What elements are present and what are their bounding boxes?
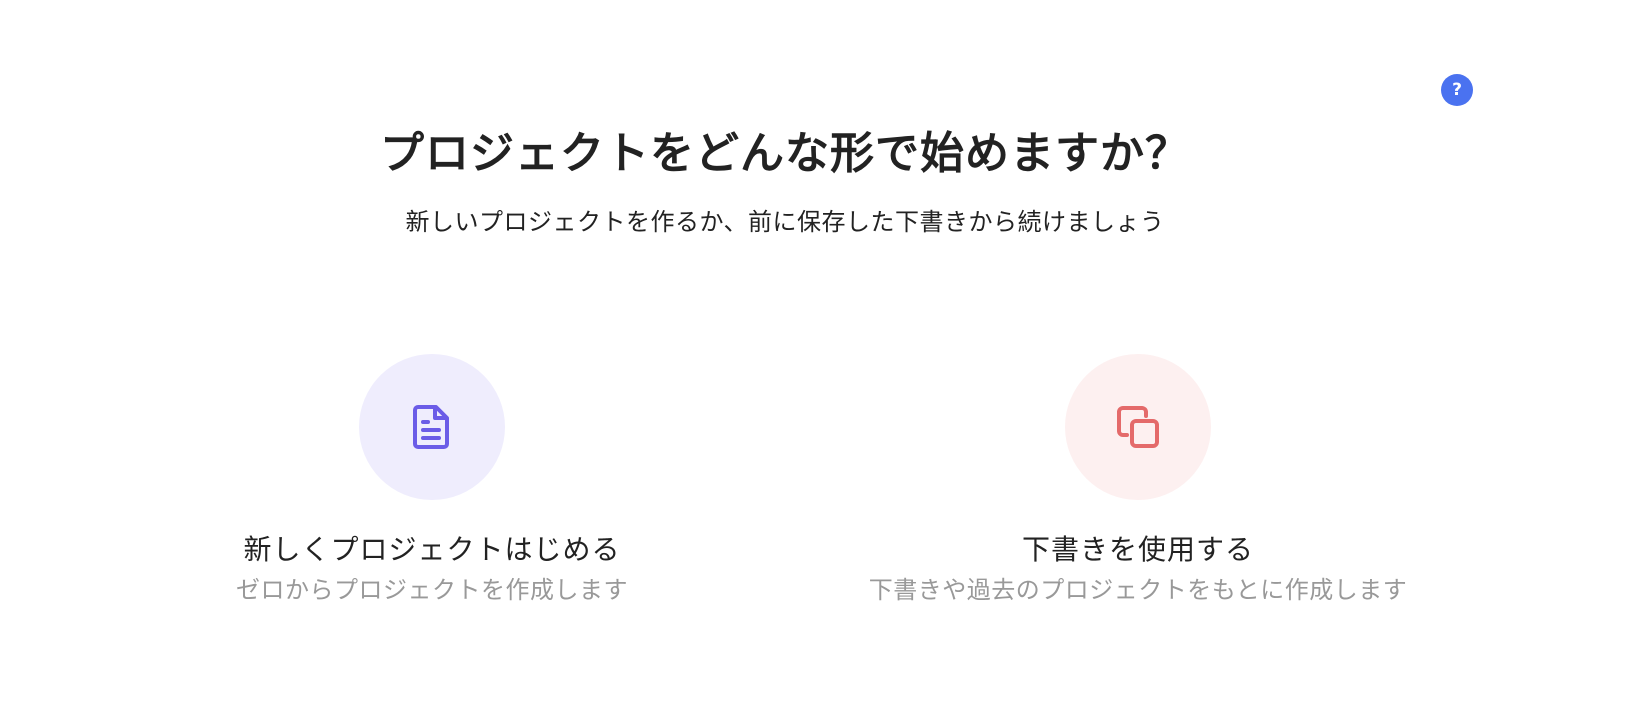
- copy-icon: [1117, 406, 1159, 448]
- page-subtitle: 新しいプロジェクトを作るか、前に保存した下書きから続けましょう: [405, 208, 1165, 236]
- use-draft-option[interactable]: 下書きを使用する 下書きや過去のプロジェクトをもとに作成します: [869, 354, 1407, 608]
- new-project-description: ゼロからプロジェクトを作成します: [236, 576, 628, 604]
- help-button[interactable]: ?: [1441, 74, 1473, 106]
- page: ? プロジェクトをどんな形で始めますか？ 新しいプロジェクトを作るか、前に保存し…: [0, 0, 1650, 722]
- use-draft-title: 下書きを使用する: [1021, 533, 1254, 566]
- page-title: プロジェクトをどんな形で始めますか？: [380, 128, 1190, 179]
- document-icon: [413, 405, 449, 449]
- use-draft-icon-circle: [1065, 354, 1211, 500]
- new-project-title: 新しくプロジェクトはじめる: [243, 533, 621, 566]
- new-project-icon-circle: [359, 354, 505, 500]
- new-project-option[interactable]: 新しくプロジェクトはじめる ゼロからプロジェクトを作成します: [212, 354, 652, 608]
- help-icon: ?: [1452, 80, 1462, 100]
- use-draft-description: 下書きや過去のプロジェクトをもとに作成します: [868, 576, 1408, 604]
